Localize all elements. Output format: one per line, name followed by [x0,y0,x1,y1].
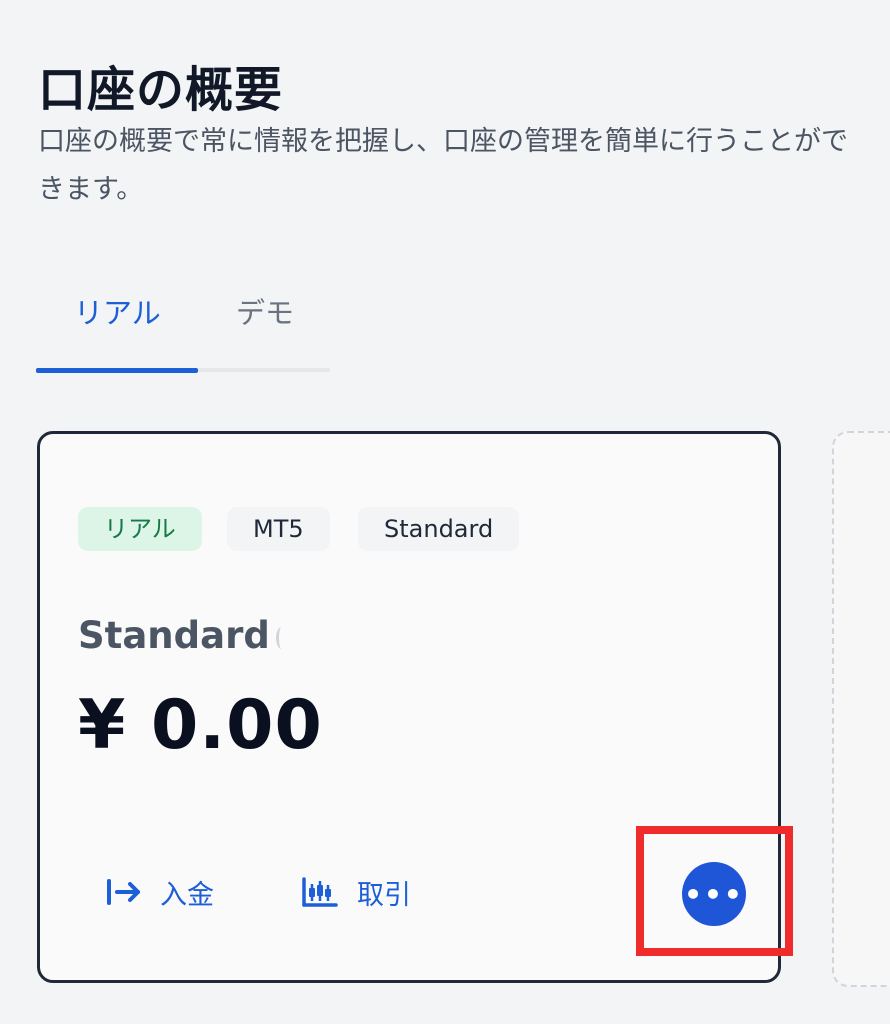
account-name: Standard [78,614,287,657]
tab-demo[interactable]: デモ [236,290,294,332]
account-badge-real: リアル [78,507,202,551]
account-name-truncation-mark [275,626,287,649]
account-name-text: Standard [78,614,270,657]
account-badge-type: Standard [358,507,520,551]
page-title: 口座の概要 [38,62,284,118]
add-account-card-partial[interactable] [832,431,890,987]
tab-real[interactable]: リアル [74,290,161,332]
deposit-button[interactable]: 入金 [106,870,214,914]
trade-button[interactable]: 取引 [301,870,411,914]
candlestick-chart-icon [301,876,339,908]
highlight-annotation-box [636,826,793,956]
page-subtitle: 口座の概要で常に情報を把握し、口座の管理を簡単に行うことができます。 [38,126,848,205]
account-badge-platform: MT5 [227,507,330,551]
account-type-tabs: リアル デモ [36,290,330,374]
active-tab-indicator [36,368,198,373]
account-balance: ¥ 0.00 [78,686,323,765]
trade-label: 取引 [357,879,411,911]
arrow-into-bar-icon [106,877,142,907]
deposit-label: 入金 [160,879,214,911]
